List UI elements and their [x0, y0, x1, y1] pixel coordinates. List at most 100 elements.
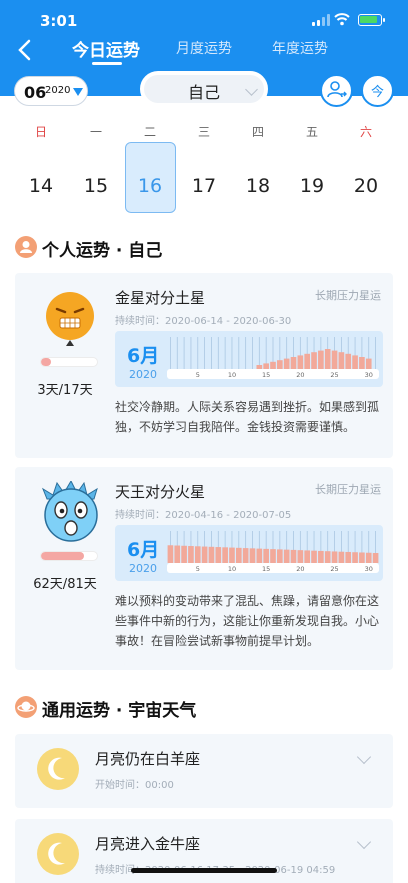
timeline-bar — [277, 549, 283, 563]
timeline-bar — [324, 551, 331, 563]
transit-title: 天王对分火星 — [115, 483, 206, 501]
transit-description: 社交冷静期。人际关系容易遇到挫折。如果感到孤独，不妨学习自我陪伴。金钱投资需要谨… — [115, 400, 380, 434]
timeline-year: 2020 — [129, 368, 157, 381]
section-title-personal: 个人运势 · 自己 — [42, 241, 163, 261]
weekday-thu: 四 — [251, 125, 264, 139]
person-selector[interactable]: 自己 — [140, 71, 268, 107]
timeline-bar — [311, 352, 317, 369]
timeline-bar — [297, 550, 304, 563]
chevron-down-icon[interactable] — [356, 834, 372, 850]
weather-title: 月亮仍在白羊座 — [95, 750, 201, 768]
timeline-tick-label: 25 — [330, 371, 338, 379]
weather-title: 月亮进入金牛座 — [95, 835, 201, 853]
person-icon — [15, 236, 37, 258]
timeline-bar — [324, 349, 331, 369]
timeline-tick-label: 5 — [196, 565, 200, 573]
status-bar: 3:01 — [0, 0, 408, 30]
transit-description: 难以预料的变动带来了混乱、焦躁，请留意你在这些事件中新的行为，这能让你重新发现自… — [115, 594, 380, 648]
transit-tag: 长期压力星运 — [315, 483, 381, 496]
timeline-bar — [215, 547, 222, 563]
calendar-day-selected[interactable]: 16 — [123, 175, 177, 197]
today-button[interactable]: 今 — [361, 74, 394, 107]
timeline-bar — [331, 350, 338, 369]
timeline-tick-label: 30 — [365, 565, 373, 573]
timeline-bar — [263, 363, 269, 369]
timeline-bar — [277, 360, 283, 369]
timeline-bar — [283, 358, 290, 369]
timeline-bar — [181, 545, 187, 563]
stressed-face-icon — [46, 292, 94, 346]
transit-duration: 持续时间：2020-04-16 - 2020-07-05 — [115, 510, 292, 521]
timeline-tick-label: 10 — [228, 371, 236, 379]
moon-icon — [37, 833, 79, 875]
timeline-month: 6月 — [127, 539, 160, 561]
progress-fill — [41, 358, 52, 366]
dropdown-triangle-icon — [73, 88, 83, 96]
timeline-tick-label: 25 — [330, 565, 338, 573]
timeline-bar — [352, 355, 358, 369]
planet-icon — [15, 696, 37, 718]
transit-timeline: 6月 2020 5 10 15 20 25 30 — [115, 331, 383, 387]
timeline-bar — [249, 548, 256, 563]
timeline-tick-label: 15 — [262, 565, 270, 573]
calendar-day[interactable]: 15 — [69, 175, 123, 197]
person-switch-icon — [327, 81, 347, 98]
transit-card[interactable]: 62天/81天 天王对分火星 长期压力星运 持续时间：2020-04-16 - … — [15, 467, 393, 670]
timeline-bar — [311, 550, 317, 563]
transit-day-count: 3天/17天 — [37, 383, 93, 398]
weekday-sat: 六 — [359, 125, 372, 139]
timeline-tick-label: 20 — [296, 565, 304, 573]
timeline-bar — [365, 552, 372, 563]
chevron-down-icon — [245, 83, 258, 96]
timeline-bar — [256, 548, 263, 563]
timeline-tick-label: 30 — [365, 371, 373, 379]
transit-tag: 长期压力星运 — [315, 289, 381, 302]
person-selector-value: 自己 — [188, 83, 221, 102]
calendar-day[interactable]: 14 — [14, 175, 68, 197]
timeline-tick-label: 10 — [228, 565, 236, 573]
timeline-bar — [242, 548, 249, 563]
timeline-bar — [256, 365, 263, 369]
transit-card[interactable]: 3天/17天 金星对分土星 长期压力星运 持续时间：2020-06-14 - 2… — [15, 273, 393, 458]
back-arrow-icon[interactable] — [14, 38, 36, 62]
month-picker[interactable]: 06 2020 — [14, 76, 88, 106]
timeline-bar — [338, 551, 345, 563]
progress-bar — [40, 357, 98, 367]
timeline-bar — [372, 553, 379, 563]
timeline-bar — [345, 353, 352, 369]
timeline-bar — [338, 352, 345, 369]
timeline-tick-label: 5 — [196, 371, 200, 379]
timeline-bar — [283, 549, 290, 563]
timeline-bar — [318, 550, 324, 563]
tab-monthly-fortune[interactable]: 月度运势 — [176, 38, 232, 58]
status-time: 3:01 — [40, 12, 78, 30]
weather-item[interactable]: 月亮进入金牛座 持续时间：2020-06-16 17:35 - 2020-06-… — [15, 819, 393, 883]
cellular-signal-icon — [312, 14, 330, 26]
timeline-bar — [304, 353, 311, 369]
progress-bar — [40, 551, 98, 561]
home-indicator — [131, 868, 277, 873]
transit-title: 金星对分土星 — [115, 289, 206, 307]
today-button-label: 今 — [370, 85, 384, 100]
tab-yearly-fortune[interactable]: 年度运势 — [272, 38, 328, 58]
calendar-day[interactable]: 18 — [231, 175, 285, 197]
calendar-day[interactable]: 20 — [339, 175, 393, 197]
tab-underline — [92, 62, 122, 65]
month-value: 06 — [24, 83, 47, 102]
timeline-bar — [194, 546, 201, 563]
timeline-bar — [290, 549, 297, 563]
timeline-bar — [188, 546, 194, 563]
switch-person-button[interactable] — [320, 74, 353, 107]
transit-day-count: 62天/81天 — [33, 577, 97, 592]
weekday-fri: 五 — [305, 125, 318, 139]
calendar-day[interactable]: 19 — [285, 175, 339, 197]
calendar-day[interactable]: 17 — [177, 175, 231, 197]
shocked-face-icon — [41, 481, 98, 542]
progress-fill — [41, 552, 85, 560]
tab-today-fortune[interactable]: 今日运势 — [72, 36, 140, 61]
weather-item[interactable]: 月亮仍在白羊座 开始时间：00:00 — [15, 734, 393, 808]
weather-time: 开始时间：00:00 — [95, 780, 174, 791]
chevron-down-icon[interactable] — [356, 749, 372, 765]
timeline-bar — [331, 551, 338, 563]
timeline-chart: 5 10 15 20 25 30 — [167, 531, 379, 573]
